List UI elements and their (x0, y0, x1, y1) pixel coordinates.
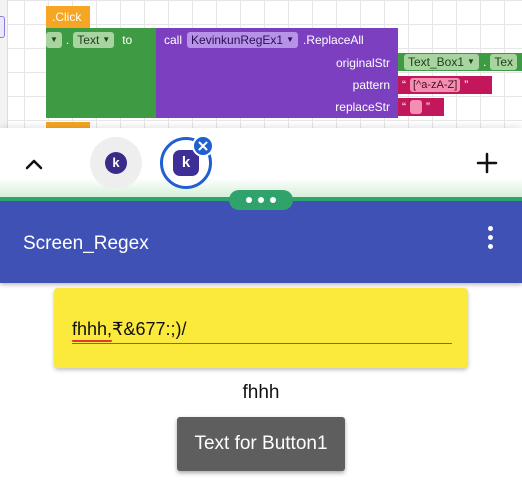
original-getter-block[interactable]: Text_Box1 ▼ . Tex (398, 53, 522, 71)
close-icon (198, 141, 208, 151)
quote-open: “ (402, 78, 406, 92)
add-app-button[interactable] (472, 148, 502, 178)
drag-handle[interactable] (229, 190, 293, 210)
set-text-row: ▼ . Text ▼ to (46, 31, 132, 49)
param-pattern-label: pattern (352, 78, 390, 92)
call-component-dropdown[interactable]: KevinkunRegEx1 ▼ (187, 32, 298, 48)
kodular-logo-icon: k (105, 152, 127, 174)
quote-close: ” (464, 78, 469, 92)
call-row: call KevinkunRegEx1 ▼ .ReplaceAll (148, 31, 364, 49)
result-label: fhhh (242, 382, 280, 403)
text-box1-input[interactable] (72, 318, 452, 344)
screen-title: Screen_Regex (23, 233, 149, 254)
quote-open: “ (402, 100, 406, 114)
call-word: call (164, 33, 183, 47)
param-original-label: originalStr (335, 56, 390, 70)
original-property-dropdown[interactable]: Tex (490, 54, 517, 70)
original-property-label: Tex (494, 55, 513, 69)
set-to-label: to (122, 33, 133, 47)
event-label: .Click (52, 10, 82, 24)
dropdown-arrow-icon: ▼ (102, 35, 111, 44)
pattern-text-block[interactable]: “ [^a-zA-Z] ” (398, 76, 492, 94)
spellcheck-underline (72, 339, 112, 342)
button1[interactable]: Text for Button1 (177, 417, 345, 471)
chevron-up-icon (25, 159, 43, 170)
overflow-dot-icon (487, 234, 493, 240)
replace-value-empty[interactable] (410, 100, 422, 114)
dropdown-arrow-icon: ▼ (286, 35, 294, 44)
dropdown-arrow-icon: ▼ (50, 35, 58, 44)
dropdown-arrow-icon: ▼ (467, 57, 475, 66)
textbox-card: fhhh,₹&677:;)/ (54, 288, 468, 368)
quote-close: ” (426, 100, 430, 114)
collapse-button[interactable] (20, 150, 48, 178)
original-component-label: Text_Box1 (408, 55, 465, 69)
overflow-dot-icon (487, 225, 493, 231)
plus-icon (476, 152, 498, 174)
handle-dot (258, 197, 264, 203)
call-component-label: KevinkunRegEx1 (191, 33, 284, 47)
replace-text-block[interactable]: “ ” (398, 98, 444, 116)
event-click-block[interactable]: .Click (46, 6, 90, 28)
set-property-label: Text (77, 33, 100, 47)
rail-marker[interactable] (0, 16, 5, 38)
app-bubble-inactive[interactable]: k (90, 137, 142, 189)
workspace-rail (0, 0, 8, 128)
set-dot: . (65, 33, 70, 47)
handle-dot (270, 197, 276, 203)
overflow-menu-button[interactable] (478, 222, 502, 252)
set-component-dropdown[interactable]: ▼ (46, 32, 62, 48)
call-method-label: .ReplaceAll (303, 33, 364, 47)
overflow-dot-icon (487, 243, 493, 249)
original-component-dropdown[interactable]: Text_Box1 ▼ (404, 54, 479, 70)
param-replace-label: replaceStr (335, 100, 390, 114)
close-app-button[interactable] (192, 135, 214, 157)
pattern-value[interactable]: [^a-zA-Z] (410, 78, 461, 92)
handle-dot (246, 197, 252, 203)
screen-root: .Click ▼ . Text ▼ to originalStr pattern… (0, 0, 522, 500)
set-property-dropdown[interactable]: Text ▼ (73, 32, 115, 48)
dot-separator: . (482, 55, 487, 69)
blocks-workspace[interactable]: .Click ▼ . Text ▼ to originalStr pattern… (0, 0, 522, 128)
